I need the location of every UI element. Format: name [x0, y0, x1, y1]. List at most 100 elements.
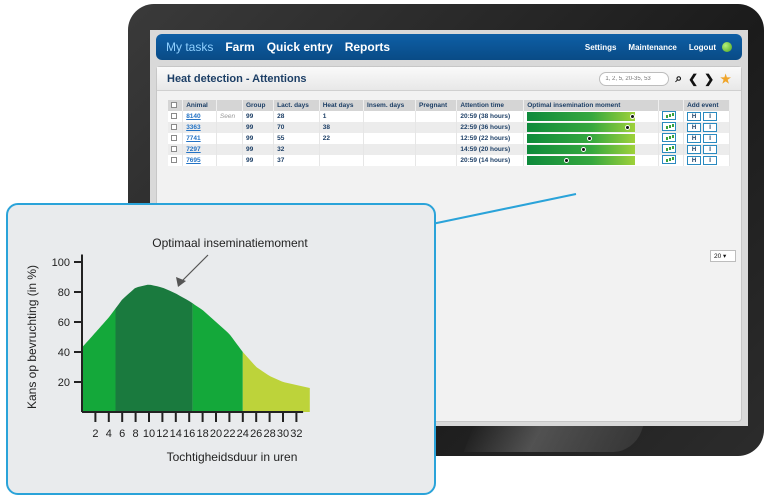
moment-bar	[527, 123, 636, 132]
col-lact-days[interactable]: Lact. days	[273, 100, 320, 111]
row-checkbox-cell	[168, 122, 184, 133]
col-animal[interactable]: Animal	[182, 100, 217, 111]
insem-days-cell	[363, 144, 417, 155]
col-attention-time[interactable]: Attention time	[456, 100, 525, 111]
col-pregnant[interactable]: Pregnant	[415, 100, 458, 111]
add-event-cell: HI	[683, 111, 730, 122]
animal-link[interactable]: 8140	[186, 113, 200, 120]
animal-link[interactable]: 7297	[186, 146, 200, 153]
row-checkbox-cell	[168, 133, 184, 144]
table-row[interactable]: 7297 99 32 14:59 (20 hours) H I	[168, 144, 730, 155]
nav-reports[interactable]: Reports	[345, 40, 390, 54]
nav-settings[interactable]: Settings	[585, 43, 617, 52]
add-heat-button[interactable]: H	[687, 145, 702, 154]
prev-icon[interactable]: ❮	[688, 72, 698, 86]
chart-cell	[658, 144, 685, 155]
add-insemination-button[interactable]: I	[703, 134, 718, 143]
pregnant-cell	[415, 111, 458, 122]
panel-header: Heat detection - Attentions ⌕ ❮ ❯ ★	[157, 67, 741, 91]
add-heat-button[interactable]: H	[687, 134, 702, 143]
select-all-checkbox[interactable]	[171, 101, 177, 108]
chart-cell	[658, 111, 685, 122]
animal-link[interactable]: 3363	[186, 124, 200, 131]
add-insemination-button[interactable]: I	[703, 156, 718, 165]
y-tick-label: 40	[58, 347, 70, 359]
search-icon[interactable]: ⌕	[675, 71, 682, 86]
area-segment-1	[115, 284, 193, 412]
x-tick-label: 10	[143, 428, 155, 440]
row-checkbox[interactable]	[171, 156, 177, 163]
page-size-select[interactable]: 20 ▾	[710, 250, 736, 262]
note-cell	[216, 133, 243, 144]
nav-my-tasks[interactable]: My tasks	[166, 40, 213, 54]
row-checkbox[interactable]	[171, 123, 177, 130]
col-optimal-moment[interactable]: Optimal insemination moment	[523, 100, 660, 111]
x-tick-label: 8	[133, 428, 139, 440]
col-insem-days[interactable]: Insem. days	[363, 100, 417, 111]
insem-days-cell	[363, 122, 417, 133]
attention-time-cell: 14:59 (20 hours)	[456, 144, 525, 155]
bar-chart-icon[interactable]	[662, 155, 677, 164]
col-heat-days[interactable]: Heat days	[319, 100, 365, 111]
area-segment-3	[242, 352, 310, 412]
add-insemination-button[interactable]: I	[703, 123, 718, 132]
table-row[interactable]: 3363 99 70 38 22:59 (36 hours) H I	[168, 122, 730, 133]
add-insemination-button[interactable]: I	[703, 145, 718, 154]
insem-days-cell	[363, 111, 417, 122]
row-checkbox[interactable]	[171, 112, 177, 119]
animal-link[interactable]: 7741	[186, 135, 200, 142]
add-event-cell: HI	[683, 133, 730, 144]
optimal-moment-cell	[523, 144, 660, 155]
moment-bar	[527, 112, 636, 121]
moment-bar	[527, 134, 636, 143]
nav-maintenance[interactable]: Maintenance	[628, 43, 676, 52]
chart-cell	[658, 122, 685, 133]
lact-days-cell: 70	[273, 122, 320, 133]
animal-link[interactable]: 7695	[186, 157, 200, 164]
top-navbar: My tasks Farm Quick entry Reports Settin…	[156, 34, 742, 60]
col-note	[216, 100, 243, 111]
bar-chart-icon[interactable]	[662, 122, 677, 131]
bar-chart-icon[interactable]	[662, 144, 677, 153]
next-icon[interactable]: ❯	[704, 72, 714, 86]
nav-farm[interactable]: Farm	[225, 40, 254, 54]
annotation-arrow	[179, 254, 209, 284]
globe-icon[interactable]	[722, 42, 732, 52]
table-row[interactable]: 8140 Seen 99 28 1 20:59 (38 hours) H I	[168, 111, 730, 122]
pregnant-cell	[415, 133, 458, 144]
heat-days-cell: 38	[319, 122, 365, 133]
col-group[interactable]: Group	[242, 100, 275, 111]
x-tick-label: 2	[92, 428, 98, 440]
x-tick-label: 18	[196, 428, 208, 440]
moment-marker	[581, 147, 587, 152]
bar-chart-icon[interactable]	[662, 133, 677, 142]
add-heat-button[interactable]: H	[687, 123, 702, 132]
pregnant-cell	[415, 155, 458, 166]
search-input[interactable]	[599, 71, 670, 86]
group-cell: 99	[242, 155, 275, 166]
row-checkbox[interactable]	[171, 145, 177, 152]
nav-quick-entry[interactable]: Quick entry	[267, 40, 333, 54]
attentions-table: Animal Group Lact. days Heat days Insem.…	[168, 100, 730, 166]
x-tick-label: 22	[223, 428, 235, 440]
bar-chart-icon[interactable]	[662, 111, 677, 120]
x-tick-label: 24	[237, 428, 249, 440]
y-tick-label: 100	[52, 257, 70, 269]
header-checkbox[interactable]	[168, 100, 184, 111]
x-tick-label: 20	[210, 428, 222, 440]
add-insemination-button[interactable]: I	[703, 112, 718, 121]
group-cell: 99	[242, 122, 275, 133]
attention-time-cell: 20:59 (14 hours)	[456, 155, 525, 166]
y-tick-label: 60	[58, 317, 70, 329]
table-row[interactable]: 7695 99 37 20:59 (14 hours) H I	[168, 155, 730, 166]
table-header-row: Animal Group Lact. days Heat days Insem.…	[168, 100, 730, 111]
add-heat-button[interactable]: H	[687, 112, 702, 121]
star-icon[interactable]: ★	[720, 72, 731, 86]
row-checkbox[interactable]	[171, 134, 177, 141]
heat-days-cell: 22	[319, 133, 365, 144]
x-tick-label: 6	[119, 428, 125, 440]
table-row[interactable]: 7741 99 55 22 12:59 (22 hours) H I	[168, 133, 730, 144]
nav-logout[interactable]: Logout	[689, 43, 716, 52]
animal-cell: 3363	[182, 122, 217, 133]
add-heat-button[interactable]: H	[687, 156, 702, 165]
